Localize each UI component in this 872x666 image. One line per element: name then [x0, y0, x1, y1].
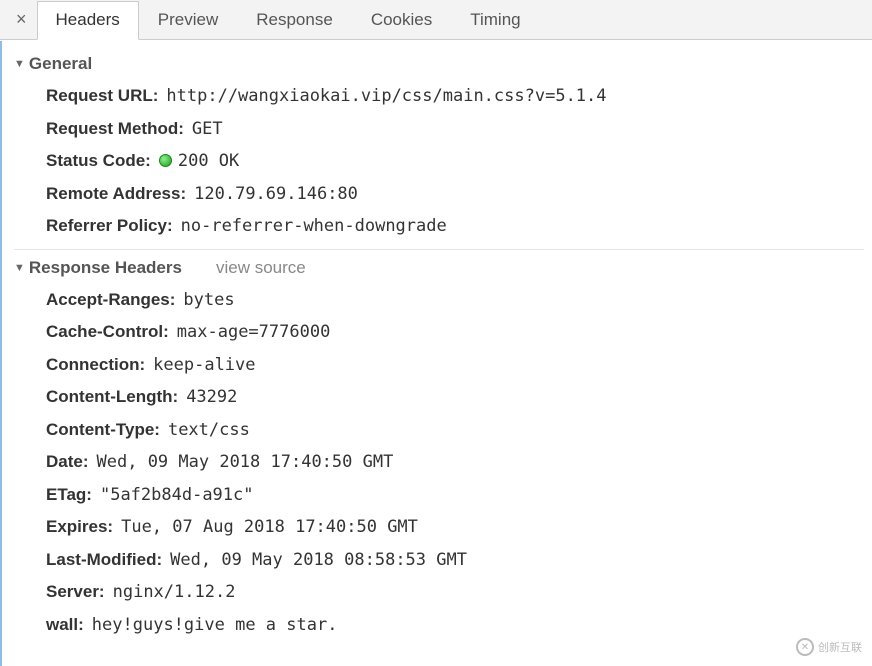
row-cache-control: Cache-Control: max-age=7776000	[46, 316, 872, 349]
section-response-headers: ▼ Response Headers view source Accept-Ra…	[10, 249, 872, 642]
value: bytes	[175, 288, 234, 314]
value: Tue, 07 Aug 2018 17:40:50 GMT	[113, 515, 418, 541]
row-etag: ETag: "5af2b84d-a91c"	[46, 479, 872, 512]
row-content-length: Content-Length: 43292	[46, 381, 872, 414]
label: Expires:	[46, 514, 113, 540]
label: ETag:	[46, 482, 92, 508]
row-wall: wall: hey!guys!give me a star.	[46, 609, 872, 642]
value: hey!guys!give me a star.	[84, 613, 338, 639]
section-response-headers-header[interactable]: ▼ Response Headers view source	[14, 249, 864, 284]
value: text/css	[160, 418, 250, 444]
tab-timing[interactable]: Timing	[451, 0, 539, 39]
row-date: Date: Wed, 09 May 2018 17:40:50 GMT	[46, 446, 872, 479]
status-dot-icon	[159, 154, 172, 167]
value: Wed, 09 May 2018 08:58:53 GMT	[162, 548, 467, 574]
label: Content-Length:	[46, 384, 178, 410]
watermark-text: 创新互联	[818, 639, 862, 655]
label: Accept-Ranges:	[46, 287, 175, 313]
view-source-link[interactable]: view source	[186, 258, 306, 278]
row-accept-ranges: Accept-Ranges: bytes	[46, 284, 872, 317]
watermark: ✕ 创新互联	[796, 638, 862, 656]
row-connection: Connection: keep-alive	[46, 349, 872, 382]
value: keep-alive	[145, 353, 255, 379]
value: no-referrer-when-downgrade	[173, 214, 447, 240]
tabbar: × Headers Preview Response Cookies Timin…	[0, 0, 872, 40]
row-remote-address: Remote Address: 120.79.69.146:80	[46, 178, 872, 211]
value: 200 OK	[151, 149, 239, 175]
value: 120.79.69.146:80	[186, 182, 358, 208]
row-expires: Expires: Tue, 07 Aug 2018 17:40:50 GMT	[46, 511, 872, 544]
tab-preview[interactable]: Preview	[139, 0, 237, 39]
value: Wed, 09 May 2018 17:40:50 GMT	[89, 450, 394, 476]
status-text: 200 OK	[178, 151, 239, 171]
label: Content-Type:	[46, 417, 160, 443]
selection-strip	[0, 41, 2, 666]
label: Remote Address:	[46, 181, 186, 207]
value: max-age=7776000	[169, 320, 331, 346]
row-request-method: Request Method: GET	[46, 113, 872, 146]
response-header-rows: Accept-Ranges: bytes Cache-Control: max-…	[10, 284, 872, 642]
row-request-url: Request URL: http://wangxiaokai.vip/css/…	[46, 80, 872, 113]
label: Last-Modified:	[46, 547, 162, 573]
headers-panel: ▼ General Request URL: http://wangxiaoka…	[0, 40, 872, 641]
value: 43292	[178, 385, 237, 411]
label: Status Code:	[46, 148, 151, 174]
tab-headers[interactable]: Headers	[37, 1, 139, 40]
general-rows: Request URL: http://wangxiaokai.vip/css/…	[10, 80, 872, 243]
label: Connection:	[46, 352, 145, 378]
row-referrer-policy: Referrer Policy: no-referrer-when-downgr…	[46, 210, 872, 243]
label: Cache-Control:	[46, 319, 169, 345]
row-last-modified: Last-Modified: Wed, 09 May 2018 08:58:53…	[46, 544, 872, 577]
label: Request URL:	[46, 83, 158, 109]
row-content-type: Content-Type: text/css	[46, 414, 872, 447]
disclosure-triangle-icon: ▼	[14, 58, 25, 70]
value: "5af2b84d-a91c"	[92, 483, 254, 509]
section-general-title: General	[29, 54, 92, 74]
value: http://wangxiaokai.vip/css/main.css?v=5.…	[158, 84, 606, 110]
tab-cookies[interactable]: Cookies	[352, 0, 451, 39]
section-general-header[interactable]: ▼ General	[14, 50, 864, 80]
label: Request Method:	[46, 116, 184, 142]
value: nginx/1.12.2	[105, 580, 236, 606]
label: Server:	[46, 579, 105, 605]
label: wall:	[46, 612, 84, 638]
section-general: ▼ General Request URL: http://wangxiaoka…	[10, 50, 872, 243]
row-server: Server: nginx/1.12.2	[46, 576, 872, 609]
disclosure-triangle-icon: ▼	[14, 262, 25, 274]
row-status-code: Status Code: 200 OK	[46, 145, 872, 178]
tab-response[interactable]: Response	[237, 0, 352, 39]
value: GET	[184, 117, 223, 143]
section-response-headers-title: Response Headers	[29, 258, 182, 278]
label: Referrer Policy:	[46, 213, 173, 239]
logo-icon: ✕	[796, 638, 814, 656]
label: Date:	[46, 449, 89, 475]
close-icon[interactable]: ×	[6, 9, 37, 30]
